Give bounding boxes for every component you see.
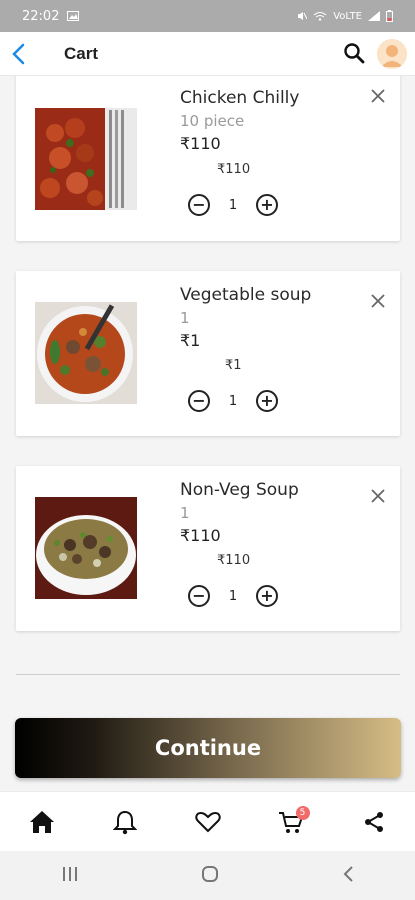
heart-icon (194, 811, 221, 832)
item-name: Vegetable soup (180, 285, 312, 305)
home-icon (29, 810, 54, 833)
status-bar: 22:02 VoLTE (0, 0, 415, 32)
non-veg-soup-image (35, 497, 137, 599)
app-bar: Cart (0, 32, 415, 76)
system-back-button[interactable] (342, 865, 354, 887)
remove-item-button[interactable] (370, 88, 386, 104)
battery-icon (386, 10, 393, 22)
bottom-nav: 5 (0, 791, 415, 851)
close-icon (371, 489, 385, 503)
plus-icon: + (260, 195, 274, 214)
item-subtotal: ₹110 (217, 162, 251, 177)
page-title: Cart (64, 43, 99, 63)
vegetable-soup-image (35, 302, 137, 404)
quantity-stepper: − 1 + (188, 194, 278, 216)
image-icon (67, 11, 80, 21)
cart-item: Vegetable soup 1 ₹1 ₹1 − 1 + (16, 271, 400, 436)
signal-icon (368, 11, 380, 21)
back-button[interactable] (0, 32, 36, 76)
remove-item-button[interactable] (370, 488, 386, 504)
decrement-button[interactable]: − (188, 194, 210, 216)
item-quantity: 1 (228, 588, 238, 604)
network-label: VoLTE (333, 10, 362, 22)
item-subtotal: ₹1 (225, 358, 242, 373)
item-price: ₹110 (180, 526, 221, 545)
nav-home[interactable] (22, 802, 62, 842)
plus-icon: + (260, 586, 274, 605)
item-price: ₹1 (180, 331, 201, 350)
cart-badge: 5 (295, 805, 310, 820)
cart-item: Non-Veg Soup 1 ₹110 ₹110 − 1 + (16, 466, 400, 631)
quantity-stepper: − 1 + (188, 585, 278, 607)
recents-icon (63, 866, 78, 881)
item-quantity-label: 10 piece (180, 112, 245, 130)
item-name: Non-Veg Soup (180, 480, 299, 500)
increment-button[interactable]: + (256, 390, 278, 412)
item-quantity-label: 1 (180, 309, 190, 327)
search-button[interactable] (343, 42, 367, 66)
nav-share[interactable] (354, 802, 394, 842)
decrement-button[interactable]: − (188, 585, 210, 607)
item-quantity-label: 1 (180, 504, 190, 522)
back-arrow-icon (12, 43, 25, 64)
back-chevron-icon (343, 865, 353, 882)
system-nav (0, 851, 415, 900)
cart-item: Chicken Chilly 10 piece ₹110 ₹110 − 1 + (16, 76, 400, 241)
close-icon (371, 294, 385, 308)
search-icon (344, 43, 365, 64)
item-name: Chicken Chilly (180, 88, 300, 108)
cart-list[interactable]: Chicken Chilly 10 piece ₹110 ₹110 − 1 + (0, 76, 415, 791)
remove-item-button[interactable] (370, 293, 386, 309)
chicken-chilly-image (35, 108, 137, 210)
item-price: ₹110 (180, 134, 221, 153)
nav-favorites[interactable] (188, 802, 228, 842)
wifi-icon (313, 12, 327, 21)
increment-button[interactable]: + (256, 585, 278, 607)
mute-icon (298, 12, 308, 20)
item-quantity: 1 (228, 197, 238, 213)
continue-button[interactable]: Continue (15, 718, 401, 778)
decrement-button[interactable]: − (188, 390, 210, 412)
plus-icon: + (260, 391, 274, 410)
minus-icon: − (192, 195, 206, 214)
system-home-button[interactable] (201, 865, 219, 887)
divider (16, 674, 400, 675)
quantity-stepper: − 1 + (188, 390, 278, 412)
continue-label: Continue (154, 736, 262, 760)
bell-icon (112, 810, 137, 834)
avatar[interactable] (377, 39, 407, 69)
minus-icon: − (192, 391, 206, 410)
status-time: 22:02 (22, 8, 60, 24)
close-icon (371, 89, 385, 103)
item-quantity: 1 (228, 393, 238, 409)
item-info: Non-Veg Soup 1 ₹110 (180, 480, 299, 545)
item-info: Chicken Chilly 10 piece ₹110 (180, 88, 299, 153)
nav-cart[interactable]: 5 (271, 802, 311, 842)
share-icon (364, 811, 383, 832)
nav-notifications[interactable] (105, 802, 145, 842)
increment-button[interactable]: + (256, 194, 278, 216)
item-info: Vegetable soup 1 ₹1 (180, 285, 311, 350)
recents-button[interactable] (61, 866, 79, 886)
item-subtotal: ₹110 (217, 553, 251, 568)
minus-icon: − (192, 586, 206, 605)
home-circle-icon (202, 865, 219, 882)
